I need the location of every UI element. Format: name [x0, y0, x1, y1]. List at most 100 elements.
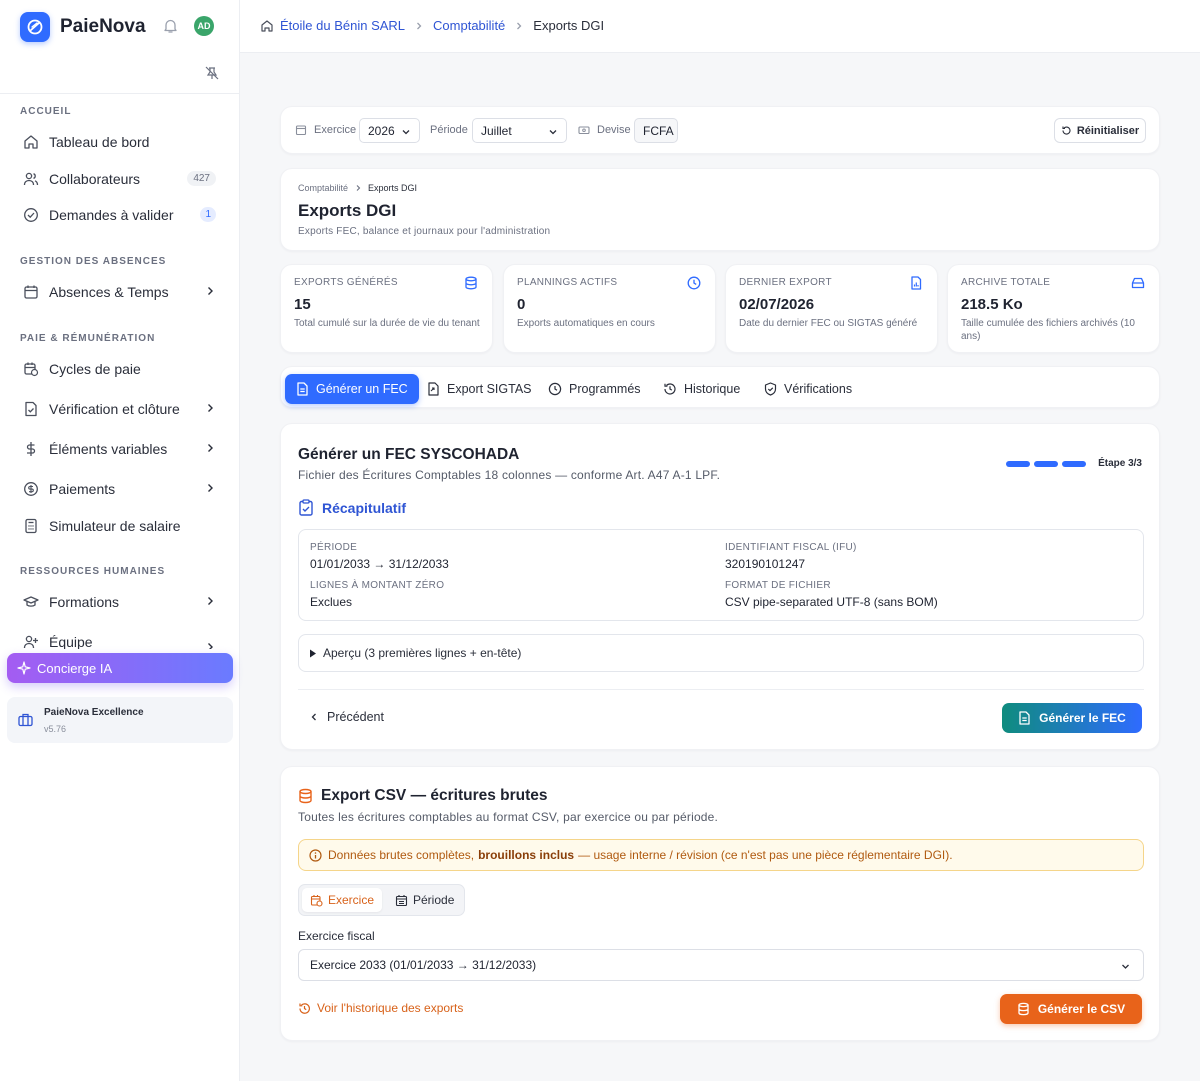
- sidebar-item-label: Formations: [49, 594, 120, 610]
- count-badge: 427: [187, 171, 216, 186]
- breadcrumb-company[interactable]: Étoile du Bénin SARL: [280, 18, 405, 33]
- generate-fec-button[interactable]: Générer le FEC: [1002, 703, 1142, 733]
- kpi-card-plannings: PLANNINGS ACTIFS 0 Exports automatiques …: [503, 264, 716, 353]
- home-icon[interactable]: [260, 19, 274, 33]
- step-bar: [1062, 460, 1087, 467]
- calendar-icon: [22, 283, 40, 301]
- sidebar-item-absences[interactable]: Absences & Temps: [20, 277, 218, 307]
- chevron-right-icon: [204, 482, 216, 494]
- coin-icon: [22, 480, 40, 498]
- kpi-subtext: Exports automatiques en cours: [517, 318, 655, 329]
- ifu-key: IDENTIFIANT FISCAL (IFU): [725, 542, 857, 553]
- sidebar-item-tableau-de-bord[interactable]: Tableau de bord: [20, 127, 218, 157]
- avatar[interactable]: AD: [194, 16, 214, 36]
- exercice-fiscal-select[interactable]: Exercice 2033 (01/01/2033 → 31/12/2033): [298, 949, 1144, 981]
- kpi-subtext: Taille cumulée des fichiers archivés (10…: [961, 318, 1135, 342]
- format-key: FORMAT DE FICHIER: [725, 580, 831, 591]
- sidebar-item-collaborateurs[interactable]: Collaborateurs 427: [20, 164, 218, 194]
- sidebar-item-equipe[interactable]: Équipe: [20, 627, 218, 649]
- kpi-label: DERNIER EXPORT: [739, 277, 832, 288]
- recap-heading: Récapitulatif: [298, 499, 406, 516]
- sidebar-item-verification[interactable]: Vérification et clôture: [20, 394, 218, 424]
- sidebar-item-label: Tableau de bord: [49, 134, 150, 150]
- exercice-select[interactable]: 2026: [359, 118, 420, 143]
- section-paie: PAIE & RÉMUNÉRATION: [20, 333, 156, 344]
- apercu-toggle[interactable]: Aperçu (3 premières lignes + en-tête): [298, 634, 1144, 672]
- reset-button[interactable]: Réinitialiser: [1054, 118, 1146, 143]
- csv-title: Export CSV — écritures brutes: [298, 787, 548, 805]
- devise-value: FCFA: [634, 118, 678, 143]
- sidebar-item-demandes[interactable]: Demandes à valider 1: [20, 200, 218, 230]
- devise-label: Devise: [578, 124, 631, 136]
- csv-subtitle: Toutes les écritures comptables au forma…: [298, 810, 719, 824]
- generate-csv-button[interactable]: Générer le CSV: [1000, 994, 1142, 1024]
- sidebar-item-elements-variables[interactable]: Éléments variables: [20, 434, 218, 464]
- step-text: Étape 3/3: [1098, 458, 1142, 469]
- segment-exercice[interactable]: Exercice: [302, 888, 383, 912]
- sidebar-item-label: Cycles de paie: [49, 361, 141, 377]
- kpi-value: 218.5 Ko: [961, 296, 1023, 313]
- sidebar-item-simulateur[interactable]: Simulateur de salaire: [20, 511, 218, 541]
- sidebar-item-label: Absences & Temps: [49, 284, 169, 300]
- sidebar-item-formations[interactable]: Formations: [20, 587, 218, 617]
- concierge-label: Concierge IA: [37, 660, 113, 676]
- concierge-ia-button[interactable]: Concierge IA: [7, 653, 233, 683]
- calendar-icon: [295, 124, 314, 136]
- fec-subtitle: Fichier des Écritures Comptables 18 colo…: [298, 468, 721, 482]
- previous-button[interactable]: Précédent: [309, 710, 384, 724]
- section-rh: RESSOURCES HUMAINES: [20, 566, 166, 577]
- tab-export-sigtas[interactable]: Export SIGTAS: [427, 374, 532, 404]
- paienova-logo-icon: [20, 12, 50, 42]
- breadcrumb-comptabilite[interactable]: Comptabilité: [433, 18, 505, 33]
- step-bar: [1034, 460, 1059, 467]
- tab-historique[interactable]: Historique: [663, 374, 740, 404]
- sidebar-item-label: Équipe: [49, 634, 93, 649]
- user-plus-icon: [22, 633, 40, 649]
- section-absences: GESTION DES ABSENCES: [20, 256, 167, 267]
- bell-icon[interactable]: [163, 18, 178, 34]
- kpi-subtext: Date du dernier FEC ou SIGTAS généré: [739, 318, 918, 329]
- clock-icon: [548, 382, 569, 396]
- fec-title: Générer un FEC SYSCOHADA: [298, 446, 520, 463]
- plan-card[interactable]: PaieNova Excellence v5.76: [7, 697, 233, 743]
- step-indicator: Étape 3/3: [1006, 458, 1142, 469]
- mini-crumb-comptabilite[interactable]: Comptabilité: [298, 183, 348, 193]
- tab-verifications[interactable]: Vérifications: [764, 374, 852, 404]
- app-name: PaieNova: [60, 16, 146, 37]
- tab-programmes[interactable]: Programmés: [548, 374, 641, 404]
- sidebar-item-cycles[interactable]: Cycles de paie: [20, 354, 218, 384]
- database-icon: [298, 788, 313, 804]
- sidebar-item-label: Collaborateurs: [49, 171, 141, 187]
- breadcrumb: Étoile du Bénin SARL Comptabilité Export…: [260, 18, 604, 33]
- chevron-right-icon: [204, 641, 216, 649]
- history-icon: [298, 1002, 317, 1015]
- history-icon: [663, 382, 684, 396]
- info-icon: [299, 848, 328, 862]
- home-icon: [22, 133, 40, 151]
- zero-lines-key: LIGNES À MONTANT ZÉRO: [310, 580, 445, 591]
- kpi-value: 0: [517, 296, 526, 313]
- page-header: Comptabilité Exports DGI Exports DGI Exp…: [280, 168, 1160, 251]
- file-check-icon: [22, 400, 40, 418]
- file-text-icon: [296, 382, 316, 396]
- ifu-value: 320190101247: [725, 557, 806, 571]
- periode-value: 01/01/2033 → 31/12/2033: [310, 557, 449, 571]
- tab-generer-fec[interactable]: Générer un FEC: [285, 374, 419, 404]
- step-bars: [1006, 460, 1090, 467]
- periode-select[interactable]: Juillet: [472, 118, 567, 143]
- kpi-label: ARCHIVE TOTALE: [961, 277, 1051, 288]
- segment-periode[interactable]: Période: [387, 888, 462, 912]
- export-history-link[interactable]: Voir l'historique des exports: [298, 1001, 463, 1015]
- sidebar-item-label: Éléments variables: [49, 441, 168, 457]
- fec-generator-card: Générer un FEC SYSCOHADA Fichier des Écr…: [280, 423, 1160, 750]
- calendar-clock-icon: [22, 360, 40, 378]
- sidebar-item-paiements[interactable]: Paiements: [20, 474, 218, 504]
- periode-label: Période: [430, 124, 468, 136]
- users-icon: [22, 170, 40, 188]
- brand[interactable]: PaieNova: [20, 12, 146, 42]
- unpin-icon[interactable]: [205, 66, 219, 80]
- calculator-icon: [22, 517, 40, 535]
- top-bar: Étoile du Bénin SARL Comptabilité Export…: [240, 0, 1200, 53]
- reset-icon: [1061, 125, 1077, 136]
- chevron-right-icon: [514, 21, 524, 31]
